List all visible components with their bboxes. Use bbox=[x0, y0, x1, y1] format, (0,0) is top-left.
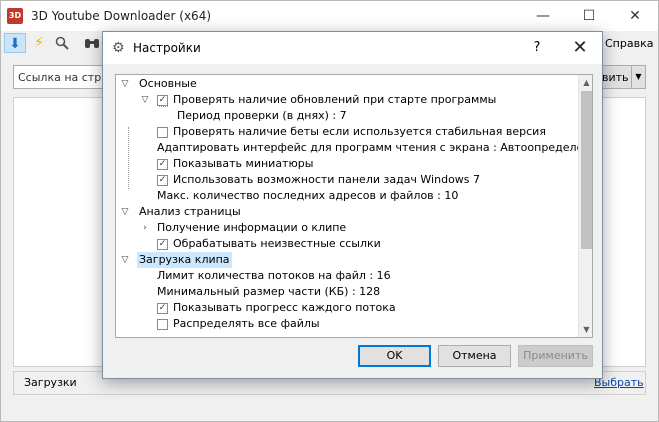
tree-label: Проверять наличие обновлений при старте … bbox=[173, 93, 497, 106]
scroll-down-arrow-icon[interactable]: ▼ bbox=[579, 322, 592, 337]
tree-label: Основные bbox=[139, 77, 197, 90]
download-arrow-icon[interactable]: ⬇ bbox=[4, 33, 26, 53]
chevron-down-icon[interactable]: ▽ bbox=[120, 252, 130, 268]
tree-label: Использовать возможности панели задач Wi… bbox=[173, 173, 481, 186]
dialog-close-button[interactable]: ✕ bbox=[569, 37, 591, 59]
binoculars-icon[interactable] bbox=[81, 33, 103, 53]
checkbox-checked-icon[interactable]: ✓ bbox=[157, 303, 168, 314]
app-titlebar: 3D 3D Youtube Downloader (x64) — ☐ ✕ bbox=[1, 1, 658, 31]
tree-label: Показывать прогресс каждого потока bbox=[173, 301, 396, 314]
app-title: 3D Youtube Downloader (x64) bbox=[31, 9, 212, 23]
tree-label: Показывать миниатюры bbox=[173, 157, 314, 170]
tree-label-selected: Загрузка клипа bbox=[137, 252, 232, 268]
status-bar bbox=[1, 401, 658, 421]
chevron-down-icon[interactable]: ▽ bbox=[120, 204, 130, 220]
settings-tree[interactable]: ▽ Основные ▽ ✓ Проверять наличие обновле… bbox=[115, 74, 593, 338]
settings-dialog: ⚙ Настройки ? ✕ ▽ Основные ▽ ✓ Проверять… bbox=[102, 31, 603, 379]
tree-scrollbar[interactable]: ▲ ▼ bbox=[578, 75, 592, 337]
app-logo-icon: 3D bbox=[7, 8, 23, 24]
chevron-right-icon[interactable]: › bbox=[140, 220, 150, 236]
chevron-down-icon[interactable]: ▽ bbox=[140, 92, 150, 108]
tree-label: Обрабатывать неизвестные ссылки bbox=[173, 237, 381, 250]
help-button[interactable]: ? bbox=[527, 38, 547, 58]
search-icon[interactable] bbox=[51, 33, 73, 53]
lightning-icon[interactable]: ⚡ bbox=[28, 33, 50, 53]
checkbox-checked-icon[interactable]: ✓ bbox=[157, 159, 168, 170]
gear-icon: ⚙ bbox=[112, 40, 125, 56]
tree-label: Проверять наличие беты если используется… bbox=[173, 125, 546, 138]
tree-label: Макс. количество последних адресов и фай… bbox=[157, 189, 459, 202]
maximize-button[interactable]: ☐ bbox=[566, 1, 612, 31]
scrollbar-thumb[interactable] bbox=[581, 91, 592, 249]
tree-label: Анализ страницы bbox=[139, 205, 241, 218]
paste-button-label: вить bbox=[602, 71, 629, 84]
apply-button[interactable]: Применить bbox=[518, 345, 593, 367]
paste-button[interactable]: вить ▼ bbox=[597, 65, 646, 89]
checkbox-checked-icon[interactable]: ✓ bbox=[157, 175, 168, 186]
tree-label: Период проверки (в днях) : 7 bbox=[177, 109, 347, 122]
url-placeholder: Ссылка на стран bbox=[18, 71, 116, 84]
chevron-down-icon[interactable]: ▽ bbox=[120, 76, 130, 92]
checkbox-unchecked-icon[interactable] bbox=[157, 319, 168, 330]
downloads-label: Загрузки bbox=[24, 376, 77, 389]
chevron-down-icon[interactable]: ▼ bbox=[631, 66, 645, 88]
tree-label: Адаптировать интерфейс для программ чтен… bbox=[157, 141, 593, 154]
close-window-button[interactable]: ✕ bbox=[612, 1, 658, 31]
tree-guide-line bbox=[159, 106, 168, 107]
tree-label: Минимальный размер части (КБ) : 128 bbox=[157, 285, 381, 298]
tree-label: Получение информации о клипе bbox=[157, 221, 347, 234]
tree-guide-line bbox=[128, 127, 129, 189]
dialog-titlebar: ⚙ Настройки ? ✕ bbox=[103, 32, 602, 64]
checkbox-checked-icon[interactable]: ✓ bbox=[157, 95, 168, 106]
checkbox-checked-icon[interactable]: ✓ bbox=[157, 239, 168, 250]
scroll-up-arrow-icon[interactable]: ▲ bbox=[579, 75, 592, 90]
cancel-button[interactable]: Отмена bbox=[438, 345, 511, 367]
ok-button[interactable]: OK bbox=[358, 345, 431, 367]
dialog-title: Настройки bbox=[133, 41, 201, 55]
tree-label: Распределять все файлы bbox=[173, 317, 320, 330]
minimize-button[interactable]: — bbox=[520, 1, 566, 31]
checkbox-unchecked-icon[interactable] bbox=[157, 127, 168, 138]
tree-label: Лимит количества потоков на файл : 16 bbox=[157, 269, 391, 282]
menu-help[interactable]: Справка bbox=[605, 37, 653, 50]
